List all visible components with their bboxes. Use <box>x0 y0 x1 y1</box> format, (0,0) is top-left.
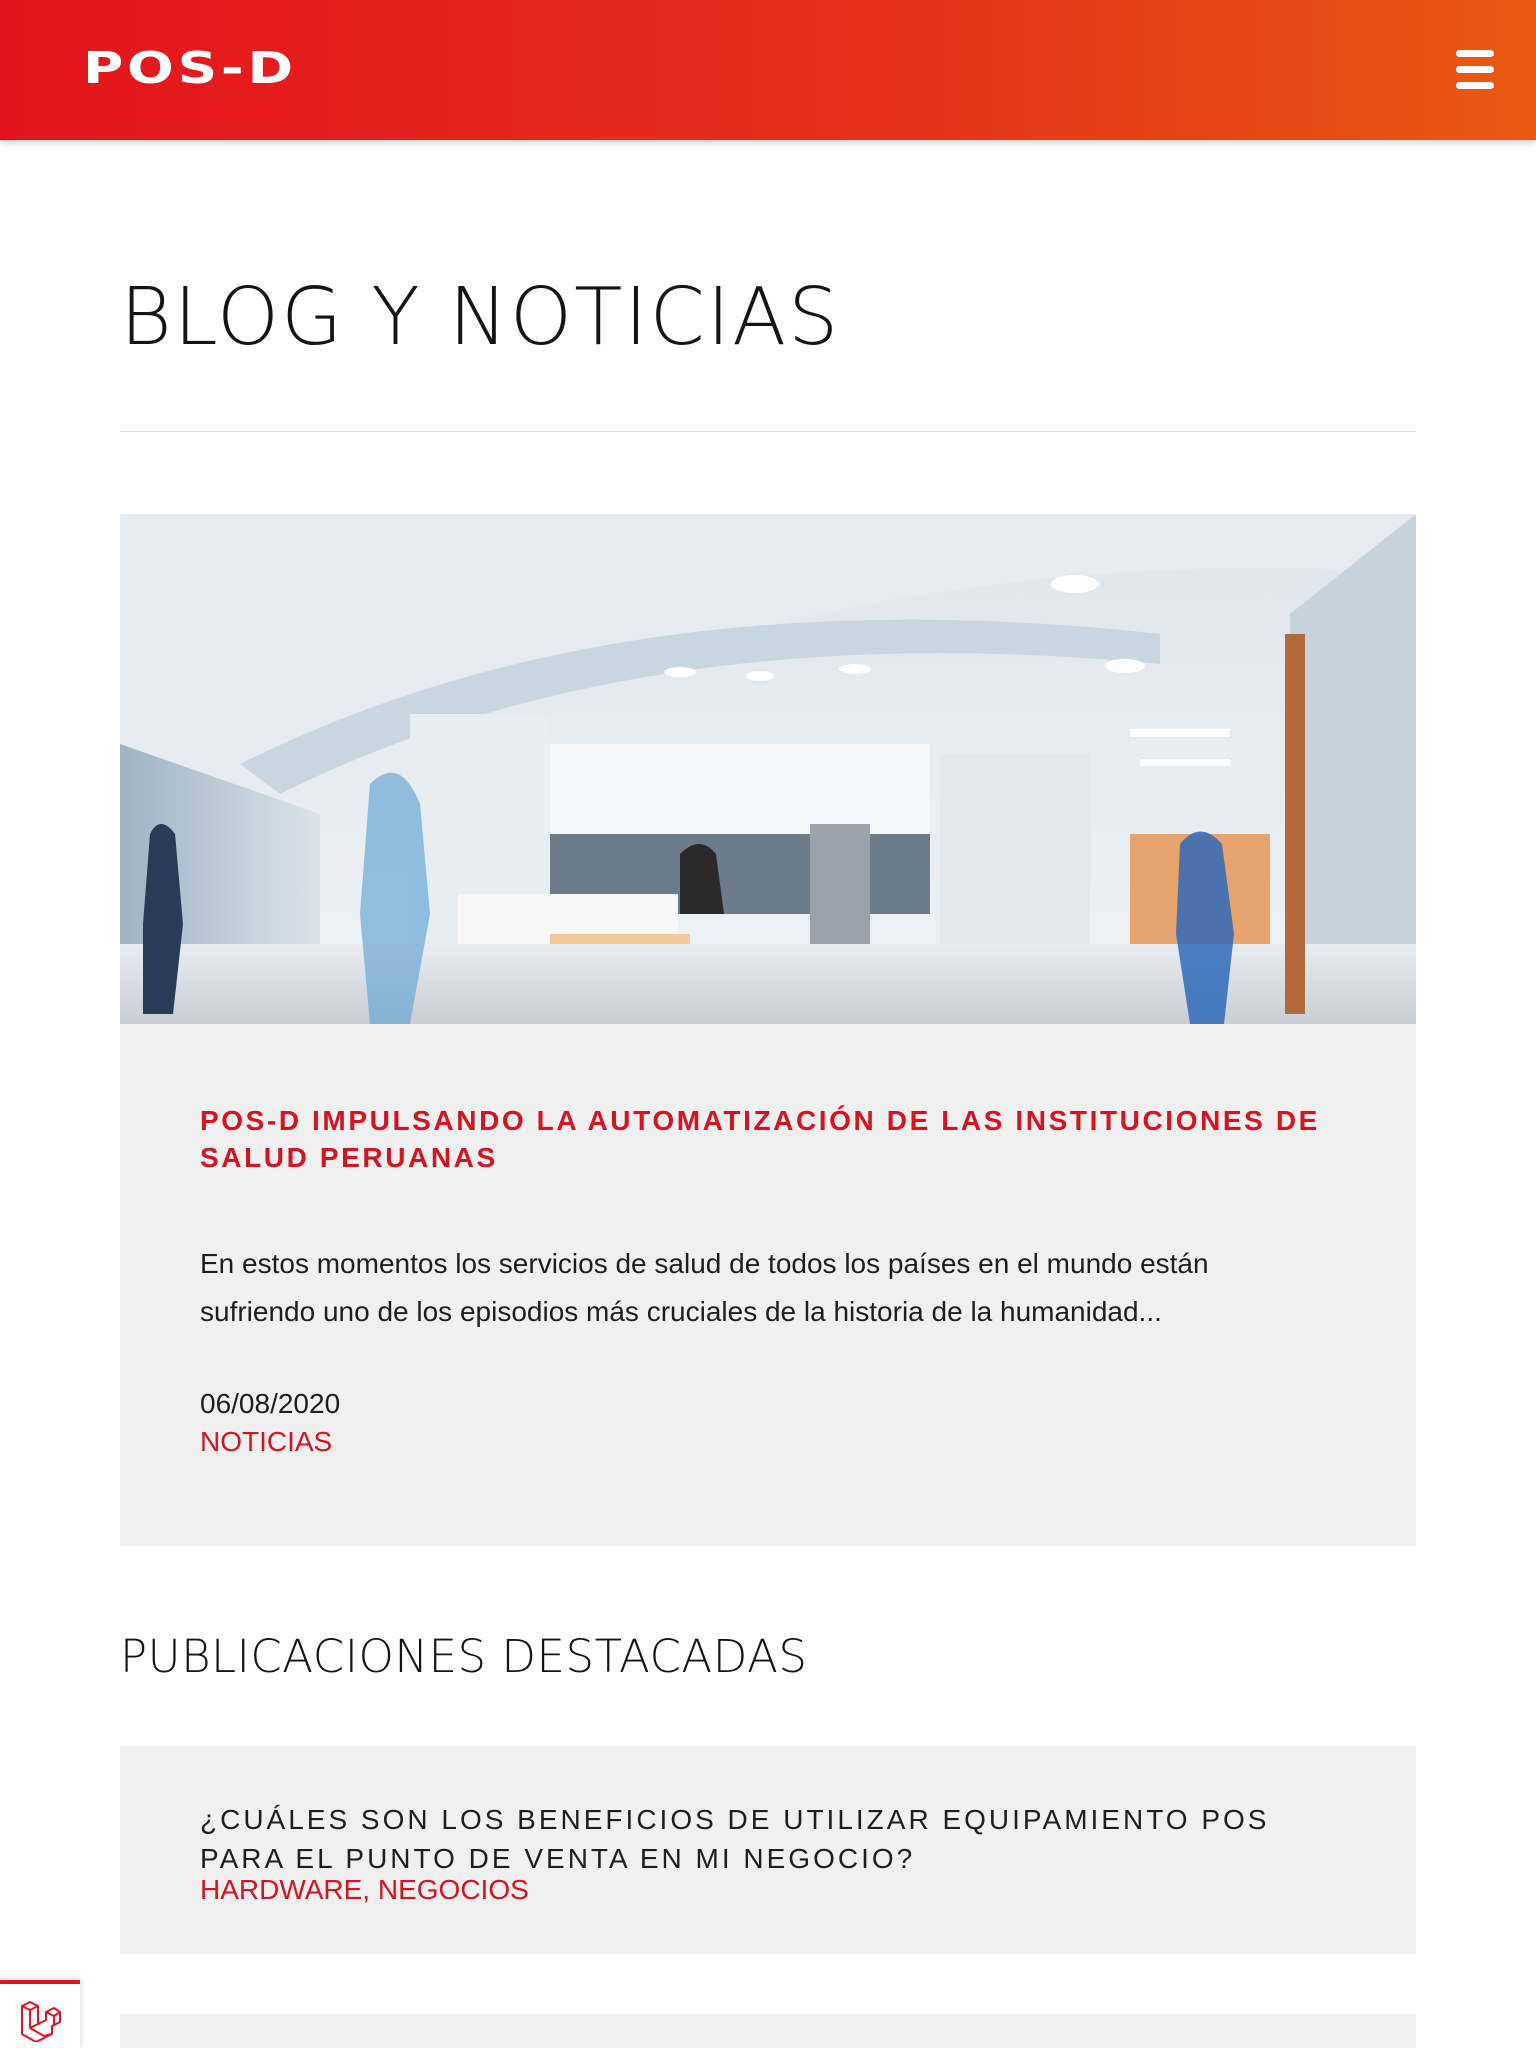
site-logo[interactable]: POS-D <box>83 46 297 92</box>
featured-post-category-link[interactable]: NOTICIAS <box>200 1426 332 1458</box>
featured-publications-heading: PUBLICACIONES DESTACADAS <box>120 1630 808 1683</box>
publication-title[interactable]: ¿CUÁLES SON LOS BENEFICIOS DE UTILIZAR E… <box>200 1800 1330 1878</box>
featured-post-card[interactable]: POS-D IMPULSANDO LA AUTOMATIZACIÓN DE LA… <box>120 514 1416 1546</box>
featured-publication-card-next[interactable] <box>120 2014 1416 2048</box>
featured-post-title[interactable]: POS-D IMPULSANDO LA AUTOMATIZACIÓN DE LA… <box>200 1102 1330 1176</box>
featured-post-date: 06/08/2020 <box>200 1388 341 1419</box>
hospital-photo-illustration <box>120 514 1416 1024</box>
site-header: POS-D <box>0 0 1536 140</box>
hamburger-menu-icon[interactable] <box>1452 48 1498 92</box>
menu-bar <box>1456 82 1494 89</box>
page-title: BLOG Y NOTICIAS <box>120 271 841 363</box>
title-divider <box>120 431 1416 432</box>
laravel-icon-badge[interactable] <box>0 1980 80 2048</box>
menu-bar <box>1456 50 1494 57</box>
publication-tags[interactable]: HARDWARE, NEGOCIOS <box>200 1874 529 1906</box>
featured-post-excerpt: En estos momentos los servicios de salud… <box>200 1248 1209 1327</box>
menu-bar <box>1456 66 1494 73</box>
laravel-icon <box>21 2001 61 2042</box>
featured-publication-card[interactable]: ¿CUÁLES SON LOS BENEFICIOS DE UTILIZAR E… <box>120 1746 1416 1954</box>
featured-post-image[interactable] <box>120 514 1416 1024</box>
